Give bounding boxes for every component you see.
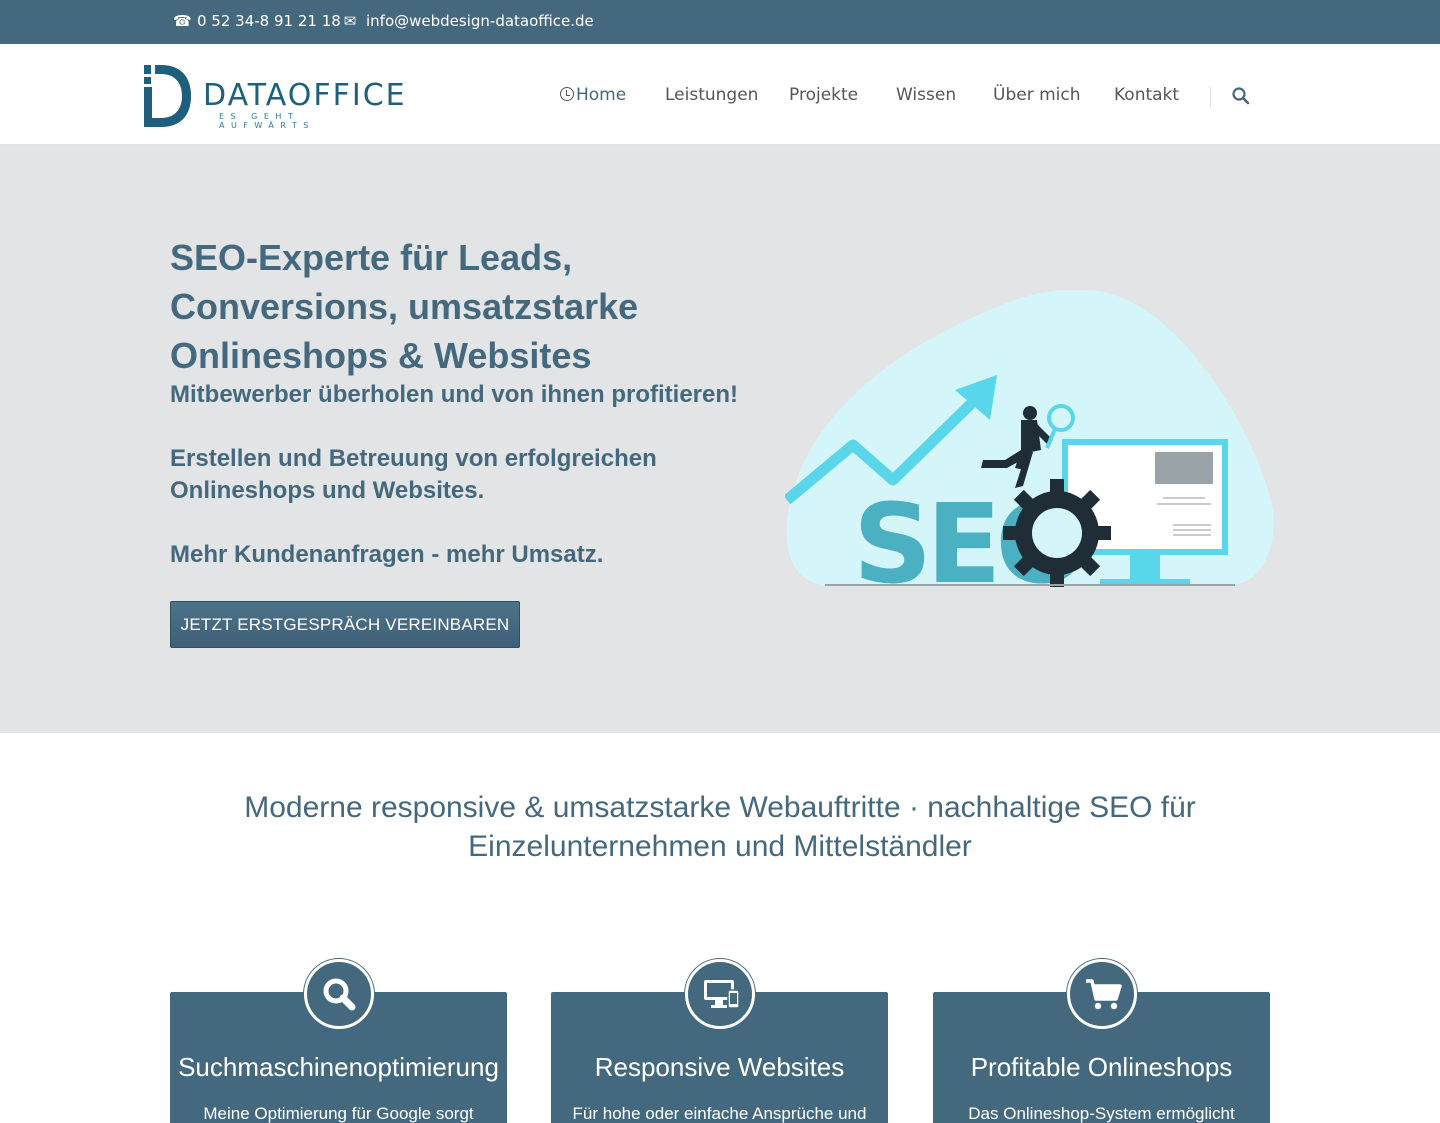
card-icon-circle (303, 959, 374, 1029)
phone-icon: ☎ (173, 12, 192, 30)
cta-button[interactable]: JETZT ERSTGESPRÄCH VEREINBAREN (170, 601, 520, 648)
clock-icon (560, 87, 574, 101)
service-card-responsive[interactable]: Responsive Websites Für hohe oder einfac… (551, 959, 888, 1123)
cart-icon (1085, 979, 1122, 1010)
hero-subline-3: Mehr Kundenanfragen - mehr Umsatz. (170, 541, 604, 568)
search-icon (323, 978, 355, 1011)
card-text: Das Onlineshop-System ermöglicht (968, 1104, 1235, 1123)
card-text: Meine Optimierung für Google sorgt (203, 1104, 474, 1123)
search-icon[interactable] (1231, 86, 1251, 106)
service-card-seo[interactable]: Suchmaschinenoptimierung Meine Optimieru… (170, 959, 507, 1123)
seo-illustration: SEO (785, 290, 1274, 590)
nav-projekte[interactable]: Projekte (789, 85, 858, 105)
intro-heading: Moderne responsive & umsatzstarke Webauf… (244, 791, 1196, 863)
nav-ueber-mich[interactable]: Über mich (993, 85, 1081, 105)
nav-kontakt[interactable]: Kontakt (1114, 85, 1179, 105)
card-title: Suchmaschinenoptimierung (178, 1052, 499, 1082)
card-title: Profitable Onlineshops (970, 1052, 1233, 1082)
nav-divider (1210, 87, 1211, 107)
card-title: Responsive Websites (594, 1052, 845, 1082)
site-header: DATAOFFICE ES GEHT AUFWÄRTS Home Leistun… (0, 44, 1440, 145)
hero-subline-1: Mitbewerber überholen und von ihnen prof… (170, 381, 739, 408)
nav-home[interactable]: Home (560, 85, 626, 105)
hero-headline: SEO-Experte für Leads, Conversions, umsa… (170, 237, 639, 376)
hero-subline-2: Erstellen und Betreuung von erfolgreiche… (170, 445, 657, 504)
hero-section: SEO-Experte für Leads, Conversions, umsa… (0, 145, 1440, 733)
nav-leistungen[interactable]: Leistungen (665, 85, 758, 105)
card-icon-circle (684, 959, 755, 1029)
nav-home-label: Home (576, 85, 627, 105)
top-contact-bar: ☎ 0 52 34-8 91 21 18 ✉ info@webdesign-da… (0, 0, 1440, 44)
envelope-icon: ✉ (343, 12, 357, 30)
email-contact[interactable]: ✉ info@webdesign-dataoffice.de (342, 12, 594, 30)
phone-contact[interactable]: ☎ 0 52 34-8 91 21 18 (173, 12, 341, 30)
email-address[interactable]: info@webdesign-dataoffice.de (366, 12, 594, 30)
main-nav: Home Leistungen Projekte Wissen Über mic… (0, 44, 1440, 144)
service-card-shops[interactable]: Profitable Onlineshops Das Onlineshop-Sy… (933, 959, 1270, 1123)
nav-wissen[interactable]: Wissen (896, 85, 956, 105)
card-text: Für hohe oder einfache Ansprüche und (572, 1104, 867, 1123)
phone-number[interactable]: 0 52 34-8 91 21 18 (197, 12, 341, 30)
card-icon-circle (1066, 959, 1137, 1029)
devices-icon (703, 980, 740, 1009)
